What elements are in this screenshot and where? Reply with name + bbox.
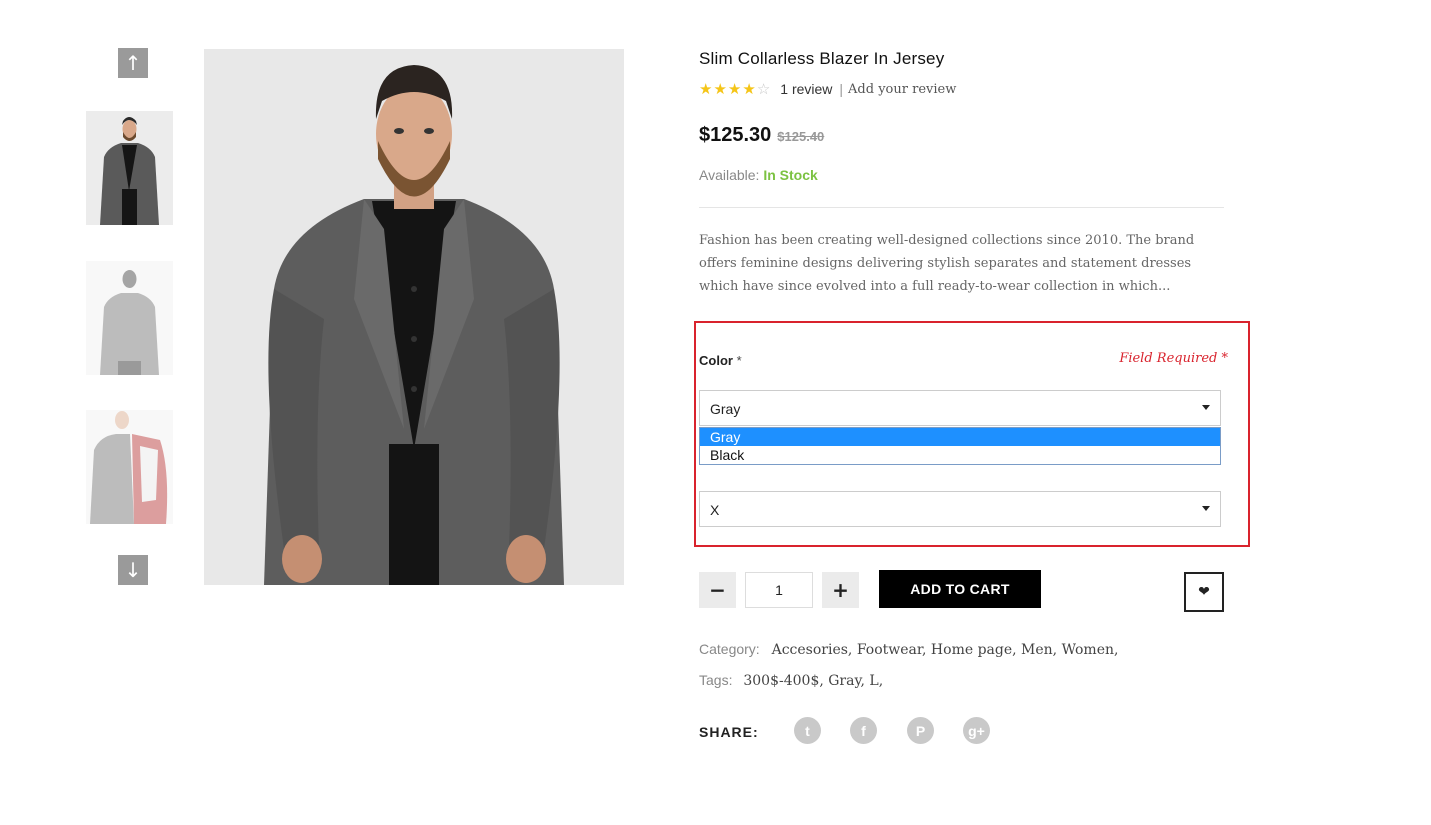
wishlist-button[interactable]: ❤ [1184,572,1224,612]
tag-links[interactable]: 300$-400$, Gray, L, [743,673,883,689]
plus-icon: + [832,578,849,602]
color-select-value: Gray [710,401,741,417]
arrow-up-icon: ↑ [124,51,142,75]
color-label-text: Color [699,353,733,368]
thumbnail-image [86,111,173,225]
facebook-icon[interactable]: f [850,717,877,744]
gallery-scroll-down-button[interactable]: ↓ [118,555,148,585]
category-links[interactable]: Accesories, Footwear, Home page, Men, Wo… [772,642,1119,658]
rating-row: ★ ★ ★ ★ ☆ 1 review | Add your review [699,80,956,98]
share-label: SHARE: [699,724,759,740]
color-dropdown-list: Gray Black [699,427,1221,465]
availability-label: Available: [699,167,760,183]
twitter-icon[interactable]: t [794,717,821,744]
arrow-down-icon: ↓ [124,558,142,582]
star-icon: ★ [727,80,742,98]
gallery-scroll-up-button[interactable]: ↑ [118,48,148,78]
old-price: $125.40 [777,129,825,144]
chevron-down-icon [1202,506,1210,511]
quantity-decrease-button[interactable]: − [699,572,736,608]
product-options: Color * Field Required * Gray Gray Black… [694,321,1250,547]
availability: Available: In Stock [699,167,818,183]
star-icon: ★ [742,80,756,98]
tags-row: Tags: 300$-400$, Gray, L, [699,672,883,689]
divider [699,207,1224,208]
product-description: Fashion has been creating well-designed … [699,233,1195,294]
product-title: Slim Collarless Blazer In Jersey [699,49,945,68]
rating-stars: ★ ★ ★ ★ ☆ [699,80,770,98]
category-row: Category: Accesories, Footwear, Home pag… [699,641,1118,658]
review-count[interactable]: 1 review [780,81,832,97]
category-label: Category: [699,641,760,657]
thumbnail-image [86,410,173,524]
star-icon: ★ [699,80,713,98]
star-icon: ☆ [756,80,771,98]
field-required-message: Field Required * [1119,351,1228,366]
thumbnail-lining[interactable] [86,410,173,524]
thumbnail-image [86,261,173,375]
heart-icon: ❤ [1198,584,1210,600]
thumbnail-back[interactable] [86,261,173,375]
add-to-cart-button[interactable]: ADD TO CART [879,570,1041,608]
color-select[interactable]: Gray [699,390,1221,426]
color-option-gray[interactable]: Gray [700,428,1220,446]
main-product-image [204,49,624,585]
tags-label: Tags: [699,672,733,688]
pinterest-icon[interactable]: P [907,717,934,744]
color-label: Color * [699,353,742,368]
google-plus-icon[interactable]: g+ [963,717,990,744]
minus-icon: − [709,578,726,602]
required-mark: * [736,353,742,368]
quantity-increase-button[interactable]: + [822,572,859,608]
star-icon: ★ [713,80,727,98]
stock-status: In Stock [763,167,818,183]
add-review-link[interactable]: Add your review [848,82,956,97]
thumbnail-front[interactable] [86,111,173,225]
price-row: $125.30 $125.40 [699,124,824,147]
chevron-down-icon [1202,405,1210,410]
size-select[interactable]: X [699,491,1221,527]
quantity-input[interactable]: 1 [745,572,813,608]
review-separator: | [839,81,844,97]
current-price: $125.30 [699,124,772,146]
color-option-black[interactable]: Black [700,446,1220,464]
size-select-value: X [710,502,720,518]
